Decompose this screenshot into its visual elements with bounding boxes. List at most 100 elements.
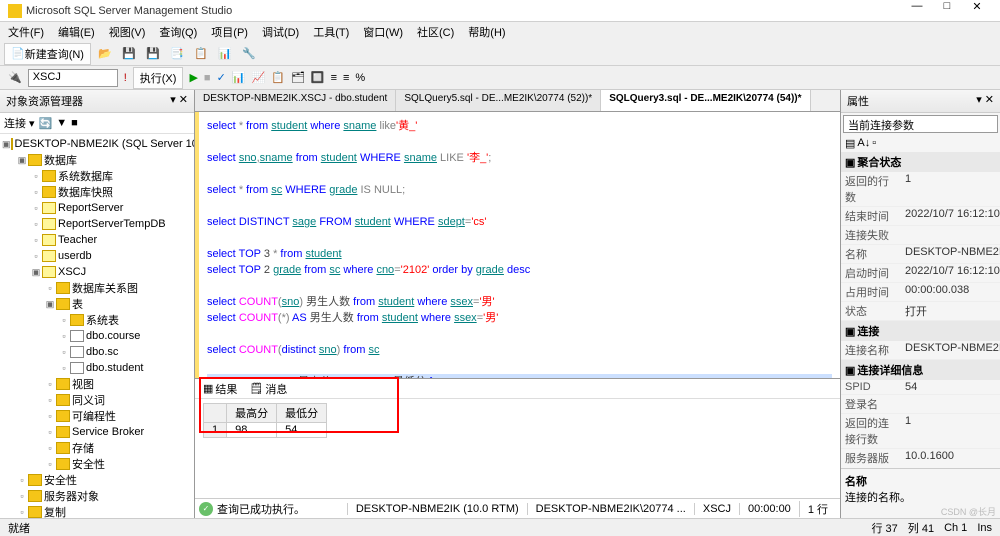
tree-storage[interactable]: ▫存储 [2, 440, 192, 456]
prop-cat-icon[interactable]: ▤ [845, 137, 855, 150]
tool-a-icon[interactable]: 📊 [232, 71, 246, 84]
menu-window[interactable]: 窗口(W) [359, 22, 407, 42]
stop-icon[interactable]: ■ [204, 72, 211, 84]
tab-messages[interactable]: 🗒消息 [249, 381, 287, 397]
execute-button[interactable]: 执行(X) [133, 67, 184, 89]
oe-stop-icon[interactable]: ■ [71, 117, 78, 129]
tab-sqlquery5[interactable]: SQLQuery5.sql - DE...ME2IK\20774 (52))* [396, 90, 601, 111]
tree-databases[interactable]: ▣数据库 [2, 152, 192, 168]
tree-dbo-sc[interactable]: ▫dbo.sc [2, 344, 192, 360]
app-title: Microsoft SQL Server Management Studio [26, 5, 902, 17]
change-conn-icon[interactable]: 🔌 [8, 71, 22, 84]
minimize-button[interactable]: — [902, 0, 932, 21]
parse-icon[interactable]: ✓ [217, 71, 226, 84]
saveall-icon[interactable]: 💾 [143, 44, 163, 64]
tree-dbo-course[interactable]: ▫dbo.course [2, 328, 192, 344]
prop-page-icon[interactable]: ▫ [872, 137, 876, 150]
menu-help[interactable]: 帮助(H) [464, 22, 509, 42]
oe-refresh-icon[interactable]: 🔄 [39, 117, 53, 130]
tree-xscj[interactable]: ▣XSCJ [2, 264, 192, 280]
tree-dbo-student[interactable]: ▫dbo.student [2, 360, 192, 376]
tree-security[interactable]: ▫安全性 [2, 472, 192, 488]
debug-icon[interactable]: ▶ [189, 71, 197, 84]
app-icon [8, 4, 22, 18]
tool-c-icon[interactable]: 📋 [271, 71, 285, 84]
tree-serverobj[interactable]: ▫服务器对象 [2, 488, 192, 504]
properties-selector[interactable]: 当前连接参数 [843, 115, 998, 133]
prop-cat-details[interactable]: ▣连接详细信息 [841, 360, 1000, 380]
tree-snapshot[interactable]: ▫数据库快照 [2, 184, 192, 200]
status-line: 行 37 [871, 520, 897, 536]
menu-debug[interactable]: 调试(D) [258, 22, 303, 42]
tree-reportserver[interactable]: ▫ReportServer [2, 200, 192, 216]
tab-results[interactable]: ▦结果 [203, 381, 237, 397]
save-icon[interactable]: 💾 [119, 44, 139, 64]
connect-button[interactable]: 连接 ▾ [4, 115, 35, 131]
tree-replication[interactable]: ▫复制 [2, 504, 192, 518]
properties-grid[interactable]: ▣聚合状态 返回的行数1 结束时间2022/10/7 16:12:10 连接失败… [841, 152, 1000, 468]
close-button[interactable]: ✕ [962, 0, 992, 21]
prop-cat-aggregate[interactable]: ▣聚合状态 [841, 152, 1000, 172]
outdent-icon[interactable]: ≡ [343, 72, 349, 84]
col-maxscore[interactable]: 最高分 [227, 404, 277, 423]
table-row[interactable]: 19854 [204, 423, 327, 438]
tree-views[interactable]: ▫视图 [2, 376, 192, 392]
grid-icon: ▦ [203, 382, 213, 395]
tool-icon-1[interactable]: 📑 [167, 44, 187, 64]
tab-dbo-student[interactable]: DESKTOP-NBME2IK.XSCJ - dbo.student [195, 90, 396, 111]
prop-cat-connection[interactable]: ▣连接 [841, 321, 1000, 341]
menu-community[interactable]: 社区(C) [413, 22, 458, 42]
tool-e-icon[interactable]: 🔲 [311, 71, 325, 84]
tree-systables[interactable]: ▫系统表 [2, 312, 192, 328]
maximize-button[interactable]: □ [932, 0, 962, 21]
open-icon[interactable]: 📂 [95, 44, 115, 64]
tree-userdb[interactable]: ▫userdb [2, 248, 192, 264]
menu-view[interactable]: 视图(V) [105, 22, 150, 42]
properties-title: 属性▾ ✕ [841, 90, 1000, 113]
success-icon: ✓ [199, 502, 213, 516]
menu-edit[interactable]: 编辑(E) [54, 22, 99, 42]
tree-servicebroker[interactable]: ▫Service Broker [2, 424, 192, 440]
tab-sqlquery3[interactable]: SQLQuery3.sql - DE...ME2IK\20774 (54))* [601, 90, 810, 111]
panel-close-icon[interactable]: ▾ ✕ [170, 93, 188, 109]
object-tree[interactable]: ▣DESKTOP-NBME2IK (SQL Server 10.0.160 ▣数… [0, 134, 194, 518]
panel-close-icon[interactable]: ▾ ✕ [976, 93, 994, 109]
oe-filter-icon[interactable]: ▼ [56, 117, 67, 129]
status-db: XSCJ [694, 503, 739, 515]
tool-b-icon[interactable]: 📈 [251, 71, 265, 84]
execute-icon: ! [124, 72, 127, 84]
sql-editor[interactable]: select * from student where sname like'黄… [195, 112, 840, 378]
tool-icon-2[interactable]: 📋 [191, 44, 211, 64]
tree-teacher[interactable]: ▫Teacher [2, 232, 192, 248]
tree-tables[interactable]: ▣表 [2, 296, 192, 312]
menu-query[interactable]: 查询(Q) [155, 22, 201, 42]
comment-icon[interactable]: % [355, 72, 365, 84]
tree-server[interactable]: ▣DESKTOP-NBME2IK (SQL Server 10.0.160 [2, 136, 192, 152]
tool-icon-4[interactable]: 🔧 [239, 44, 259, 64]
tree-programmability[interactable]: ▫可编程性 [2, 408, 192, 424]
tree-sysdb[interactable]: ▫系统数据库 [2, 168, 192, 184]
menu-tools[interactable]: 工具(T) [309, 22, 353, 42]
object-explorer-title: 对象资源管理器 ▾ ✕ [0, 90, 194, 113]
menu-project[interactable]: 项目(P) [207, 22, 252, 42]
tool-d-icon[interactable]: 🗂 [291, 71, 305, 84]
results-grid[interactable]: 最高分最低分 19854 [203, 403, 327, 438]
col-minscore[interactable]: 最低分 [277, 404, 327, 423]
tree-reportservertemp[interactable]: ▫ReportServerTempDB [2, 216, 192, 232]
new-query-button[interactable]: 📄 新建查询(N) [4, 43, 91, 65]
status-rows: 1 行 [799, 501, 836, 517]
database-selector[interactable]: XSCJ [28, 69, 118, 87]
prop-desc-title: 名称 [845, 473, 996, 489]
prop-az-icon[interactable]: A↓ [857, 137, 870, 150]
menu-file[interactable]: 文件(F) [4, 22, 48, 42]
status-ready: 就绪 [8, 520, 30, 536]
tool-icon-3[interactable]: 📊 [215, 44, 235, 64]
results-panel: ▦结果 🗒消息 最高分最低分 19854 ✓ 查询已成功执行。 DESKTOP-… [195, 378, 840, 518]
tree-synonyms[interactable]: ▫同义词 [2, 392, 192, 408]
status-user: DESKTOP-NBME2IK\20774 ... [527, 503, 694, 515]
object-explorer: 对象资源管理器 ▾ ✕ 连接 ▾ 🔄 ▼ ■ ▣DESKTOP-NBME2IK … [0, 90, 195, 518]
tree-security-db[interactable]: ▫安全性 [2, 456, 192, 472]
indent-icon[interactable]: ≡ [331, 72, 337, 84]
status-server: DESKTOP-NBME2IK (10.0 RTM) [347, 503, 527, 515]
tree-diagrams[interactable]: ▫数据库关系图 [2, 280, 192, 296]
